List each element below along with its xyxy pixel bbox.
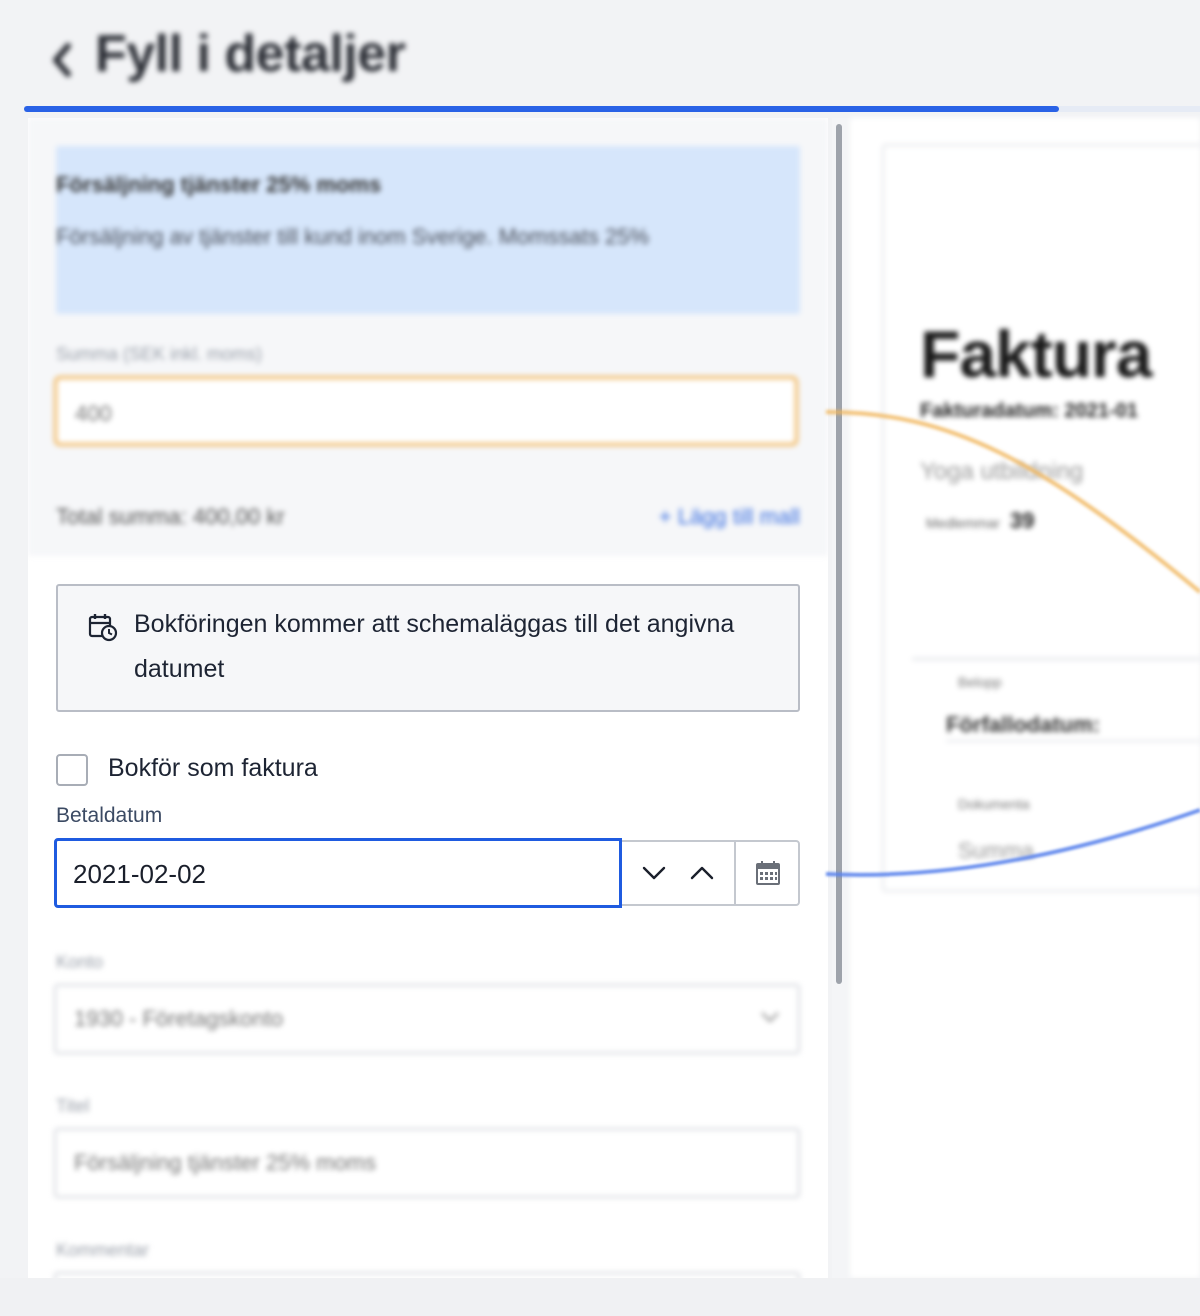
sum-value: 400 bbox=[75, 401, 112, 426]
bottom-bar bbox=[0, 1278, 1200, 1316]
progress-bar bbox=[24, 106, 1200, 112]
calendar-clock-icon bbox=[88, 614, 118, 642]
account-select[interactable]: 1930 - Företagskonto bbox=[54, 984, 800, 1054]
title-label: Titel bbox=[56, 1096, 90, 1116]
invoice-item: Yoga utbildning bbox=[920, 458, 1084, 485]
invoice-sum-label: Summa bbox=[958, 838, 1034, 863]
schedule-notice-text: Bokföringen kommer att schemaläggas till… bbox=[134, 610, 735, 683]
calendar-icon bbox=[756, 861, 780, 885]
divider bbox=[912, 658, 1200, 660]
scrollbar-thumb[interactable] bbox=[836, 124, 842, 984]
payment-date-label: Betaldatum bbox=[56, 804, 163, 827]
participants-value: 39 bbox=[1009, 508, 1035, 533]
sum-label: Summa (SEK inkl. moms) bbox=[56, 344, 263, 364]
calendar-button[interactable] bbox=[734, 840, 800, 906]
payment-date-input[interactable]: 2021-02-02 bbox=[54, 838, 622, 908]
total-sum: Total summa: 400,00 kr bbox=[56, 504, 285, 529]
template-description: Försäljning av tjänster till kund inom S… bbox=[56, 224, 650, 249]
chevron-left-icon[interactable] bbox=[46, 38, 78, 82]
invoice-due-date: Förfallodatum: bbox=[946, 712, 1100, 737]
invoice-checkbox-label[interactable]: Bokför som faktura bbox=[108, 754, 318, 783]
scrollbar[interactable] bbox=[832, 118, 850, 1278]
template-section: Försäljning tjänster 25% moms Försäljnin… bbox=[28, 118, 828, 556]
payment-date-value: 2021-02-02 bbox=[73, 859, 206, 889]
invoice-amount-label: Belopp bbox=[958, 674, 1002, 690]
divider bbox=[946, 740, 1200, 742]
chevron-down-icon[interactable] bbox=[640, 862, 668, 884]
account-label: Konto bbox=[56, 952, 104, 972]
sum-input[interactable]: 400 bbox=[54, 376, 798, 446]
account-value: 1930 - Företagskonto bbox=[74, 1006, 284, 1031]
template-title: Försäljning tjänster 25% moms bbox=[56, 172, 382, 197]
title-input[interactable]: Försäljning tjänster 25% moms bbox=[54, 1128, 800, 1198]
payment-date-field: 2021-02-02 bbox=[54, 838, 800, 908]
invoice-heading: Faktura bbox=[920, 317, 1152, 391]
date-stepper bbox=[622, 840, 734, 906]
title-value: Försäljning tjänster 25% moms bbox=[74, 1150, 377, 1175]
schedule-notice: Bokföringen kommer att schemaläggas till… bbox=[56, 584, 800, 712]
invoice-checkbox[interactable] bbox=[56, 754, 88, 786]
page-title: Fyll i detaljer bbox=[95, 25, 406, 83]
invoice-date: Fakturadatum: 2021-01 bbox=[920, 400, 1138, 422]
progress-fill bbox=[24, 106, 1059, 112]
form-panel: Försäljning tjänster 25% moms Försäljnin… bbox=[28, 118, 828, 1278]
page-header: Fyll i detaljer bbox=[0, 0, 1200, 112]
invoice-participants: Medlemmar 39 bbox=[926, 508, 1034, 534]
chevron-down-icon bbox=[761, 1012, 779, 1023]
invoice-document-label: Dokumenta bbox=[958, 796, 1030, 812]
chevron-up-icon[interactable] bbox=[688, 862, 716, 884]
add-template-link[interactable]: + Lägg till mall bbox=[659, 504, 800, 530]
comment-label: Kommentar bbox=[56, 1240, 150, 1260]
invoice-preview-panel: Faktura Fakturadatum: 2021-01 Yoga utbil… bbox=[850, 118, 1200, 1278]
participants-label: Medlemmar bbox=[926, 515, 1000, 531]
